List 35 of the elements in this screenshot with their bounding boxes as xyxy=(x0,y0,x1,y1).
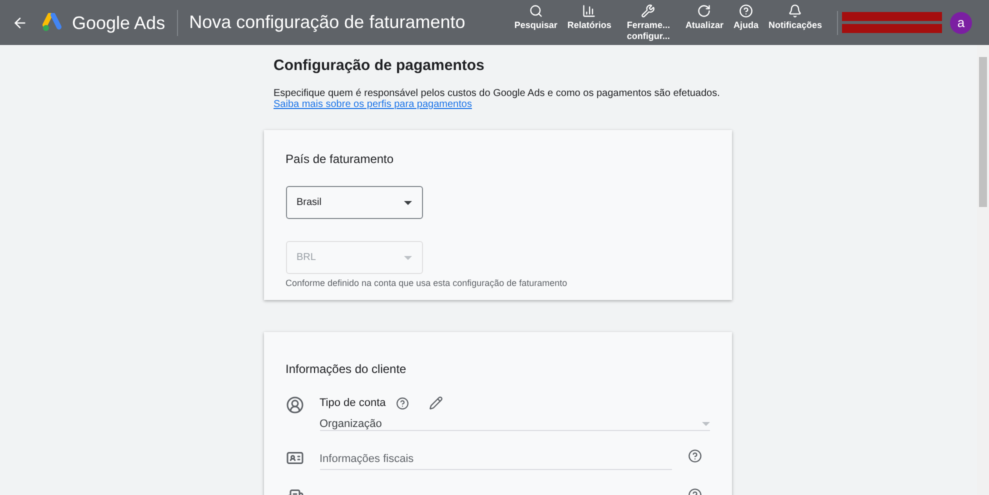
toolbar-button[interactable]: Ferrame... configur... xyxy=(616,0,680,45)
wrench-icon xyxy=(641,4,656,18)
card-title: Informações do cliente xyxy=(286,362,408,376)
dropdown[interactable]: Brasil xyxy=(286,186,422,219)
toolbar-button[interactable]: Atualizar xyxy=(680,0,728,45)
avatar[interactable]: a xyxy=(950,12,972,34)
help-icon xyxy=(738,4,753,18)
card-title: País de faturamento xyxy=(286,152,395,166)
brand-name: Google Ads xyxy=(72,10,178,36)
bar-chart-icon xyxy=(582,4,596,18)
section-heading: Configuração de pagamentos xyxy=(274,57,486,74)
input-field[interactable]: Informações fiscais xyxy=(320,449,672,470)
search-icon xyxy=(528,4,543,18)
toolbar-button[interactable]: Ajuda xyxy=(728,0,764,45)
page-title: Nova configuração de faturamento xyxy=(189,12,466,33)
toolbar-button[interactable]: Relatórios xyxy=(562,0,616,45)
helper-text: Conforme definido na conta que usa esta configuração de faturamento xyxy=(286,278,568,288)
logo-icon xyxy=(42,12,64,32)
scrollbar-thumb[interactable] xyxy=(979,57,987,207)
toolbar-button[interactable]: Notificações xyxy=(763,0,827,45)
caret-icon xyxy=(404,256,412,260)
caret-icon xyxy=(702,422,710,426)
field-label: Tipo de conta xyxy=(320,397,386,409)
dropdown[interactable]: Organização xyxy=(320,418,710,431)
help-icon[interactable] xyxy=(396,396,409,410)
id-card-icon xyxy=(286,449,304,467)
learn-more-link[interactable]: Saiba mais sobre os perfis para pagamentos xyxy=(274,99,472,110)
refresh-icon xyxy=(697,4,712,18)
bell-icon xyxy=(788,4,802,18)
edit-icon[interactable] xyxy=(428,396,443,410)
caret-icon xyxy=(404,200,412,204)
intro-text: Especifique quem é responsável pelos custos do Google Ads e como os pagamentos são efetuados. Saiba mais sobre os perfis para pagamentos xyxy=(274,88,721,110)
help-icon[interactable] xyxy=(688,449,702,463)
toolbar-button[interactable]: Pesquisar xyxy=(509,0,562,45)
account-icon xyxy=(286,396,304,414)
